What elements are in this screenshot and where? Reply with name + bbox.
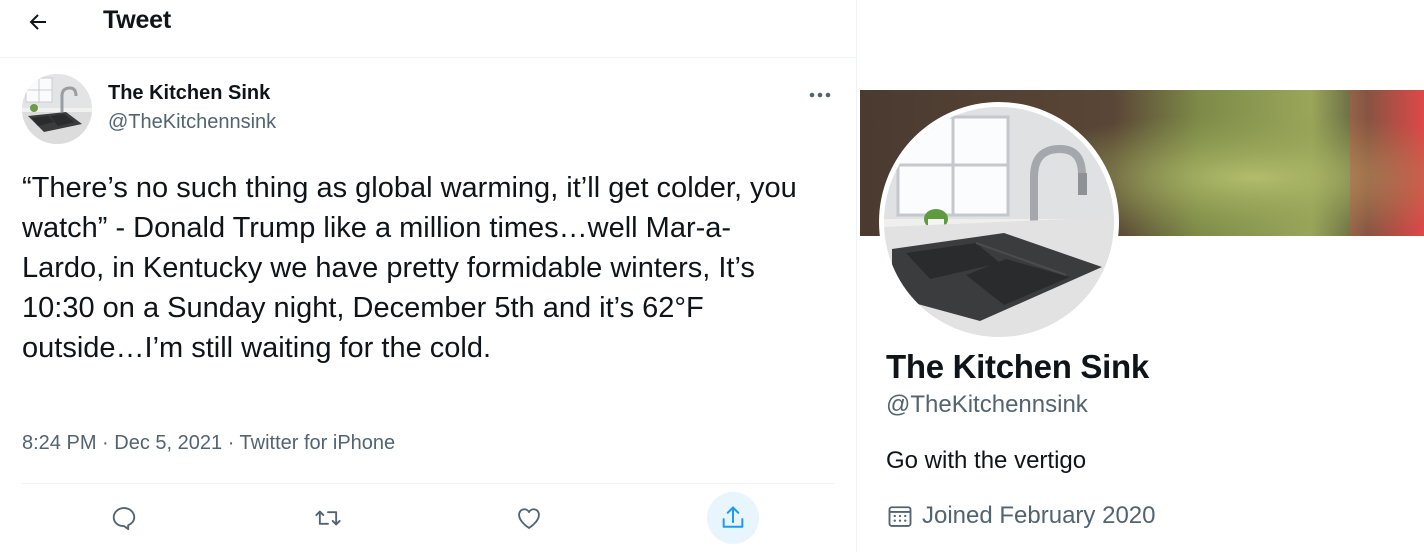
back-arrow-icon	[29, 14, 46, 30]
profile-handle[interactable]: @TheKitchennsink	[886, 391, 1088, 419]
joined-date: Joined February 2020	[922, 502, 1156, 529]
calendar-icon	[888, 506, 912, 527]
author-avatar[interactable]	[22, 74, 92, 144]
retweet-button[interactable]	[302, 492, 354, 544]
retweet-icon	[315, 510, 341, 526]
share-button[interactable]	[707, 492, 759, 544]
tweet-time[interactable]: 8:24 PM	[22, 432, 96, 454]
reply-icon	[112, 507, 136, 531]
tweet-date[interactable]: Dec 5, 2021	[114, 432, 222, 454]
page-title: Tweet	[103, 6, 171, 34]
tweet-metadata: 8:24 PM · Dec 5, 2021 · Twitter for iPho…	[22, 432, 395, 455]
profile-joined: Joined February 2020	[886, 502, 1155, 530]
meta-separator: ·	[102, 432, 115, 454]
profile-name[interactable]: The Kitchen Sink	[886, 348, 1149, 386]
tweet-column: Tweet The Kitchen Sink @TheKitchennsink …	[0, 0, 857, 552]
like-icon	[518, 508, 540, 529]
reply-button[interactable]	[98, 492, 150, 544]
like-button[interactable]	[503, 492, 555, 544]
more-options-button[interactable]	[804, 82, 836, 108]
author-name[interactable]: The Kitchen Sink	[108, 82, 270, 105]
tweet-text: “There’s no such thing as global warming…	[22, 172, 797, 364]
divider	[22, 483, 834, 484]
author-handle[interactable]: @TheKitchennsink	[108, 111, 276, 134]
back-button[interactable]	[22, 6, 54, 38]
tweet-source[interactable]: Twitter for iPhone	[240, 432, 396, 454]
more-options-icon	[809, 92, 831, 98]
meta-separator: ·	[227, 432, 240, 454]
page-header: Tweet	[0, 0, 857, 58]
profile-avatar[interactable]	[879, 102, 1119, 342]
share-icon	[722, 506, 744, 528]
profile-bio: Go with the vertigo	[886, 447, 1087, 474]
